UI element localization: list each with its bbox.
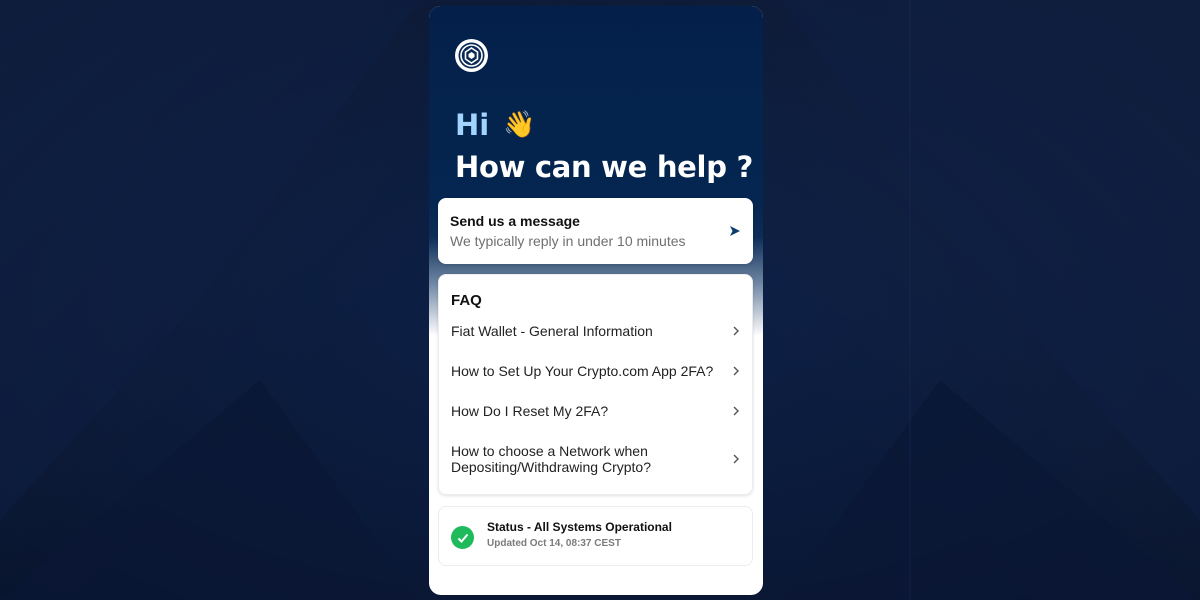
faq-item[interactable]: How to choose a Network when Depositing/… bbox=[439, 439, 752, 479]
status-title: Status - All Systems Operational bbox=[487, 520, 672, 534]
status-card[interactable]: Status - All Systems Operational Updated… bbox=[438, 506, 753, 566]
faq-item[interactable]: Fiat Wallet - General Information bbox=[439, 319, 752, 343]
page-title: How can we help ? bbox=[455, 150, 753, 184]
greeting-text: Hi bbox=[455, 108, 490, 142]
status-updated-time: Updated Oct 14, 08:37 CEST bbox=[487, 538, 621, 549]
faq-item-label: How Do I Reset My 2FA? bbox=[451, 403, 609, 419]
chevron-right-icon bbox=[733, 326, 739, 336]
greeting: Hi 👋 bbox=[455, 108, 536, 142]
chevron-right-icon bbox=[733, 366, 739, 376]
faq-item[interactable]: How to Set Up Your Crypto.com App 2FA? bbox=[439, 359, 752, 383]
reply-time-text: We typically reply in under 10 minutes bbox=[450, 233, 686, 249]
check-circle-icon bbox=[451, 526, 474, 549]
send-message-title: Send us a message bbox=[450, 213, 580, 229]
send-arrow-icon[interactable] bbox=[729, 225, 741, 237]
chevron-right-icon bbox=[733, 454, 739, 464]
help-widget: Hi 👋 How can we help ? Send us a message… bbox=[429, 6, 763, 595]
crypto-com-logo bbox=[455, 39, 488, 72]
faq-item[interactable]: How Do I Reset My 2FA? bbox=[439, 399, 752, 423]
chevron-right-icon bbox=[733, 406, 739, 416]
wave-emoji-icon: 👋 bbox=[503, 110, 536, 140]
faq-item-label: How to choose a Network when Depositing/… bbox=[451, 443, 651, 475]
faq-card: FAQ Fiat Wallet - General Information Ho… bbox=[438, 274, 753, 495]
faq-item-label: Fiat Wallet - General Information bbox=[451, 323, 653, 339]
send-message-card[interactable]: Send us a message We typically reply in … bbox=[438, 198, 753, 264]
faq-title: FAQ bbox=[451, 292, 482, 309]
faq-item-label: How to Set Up Your Crypto.com App 2FA? bbox=[451, 363, 714, 379]
